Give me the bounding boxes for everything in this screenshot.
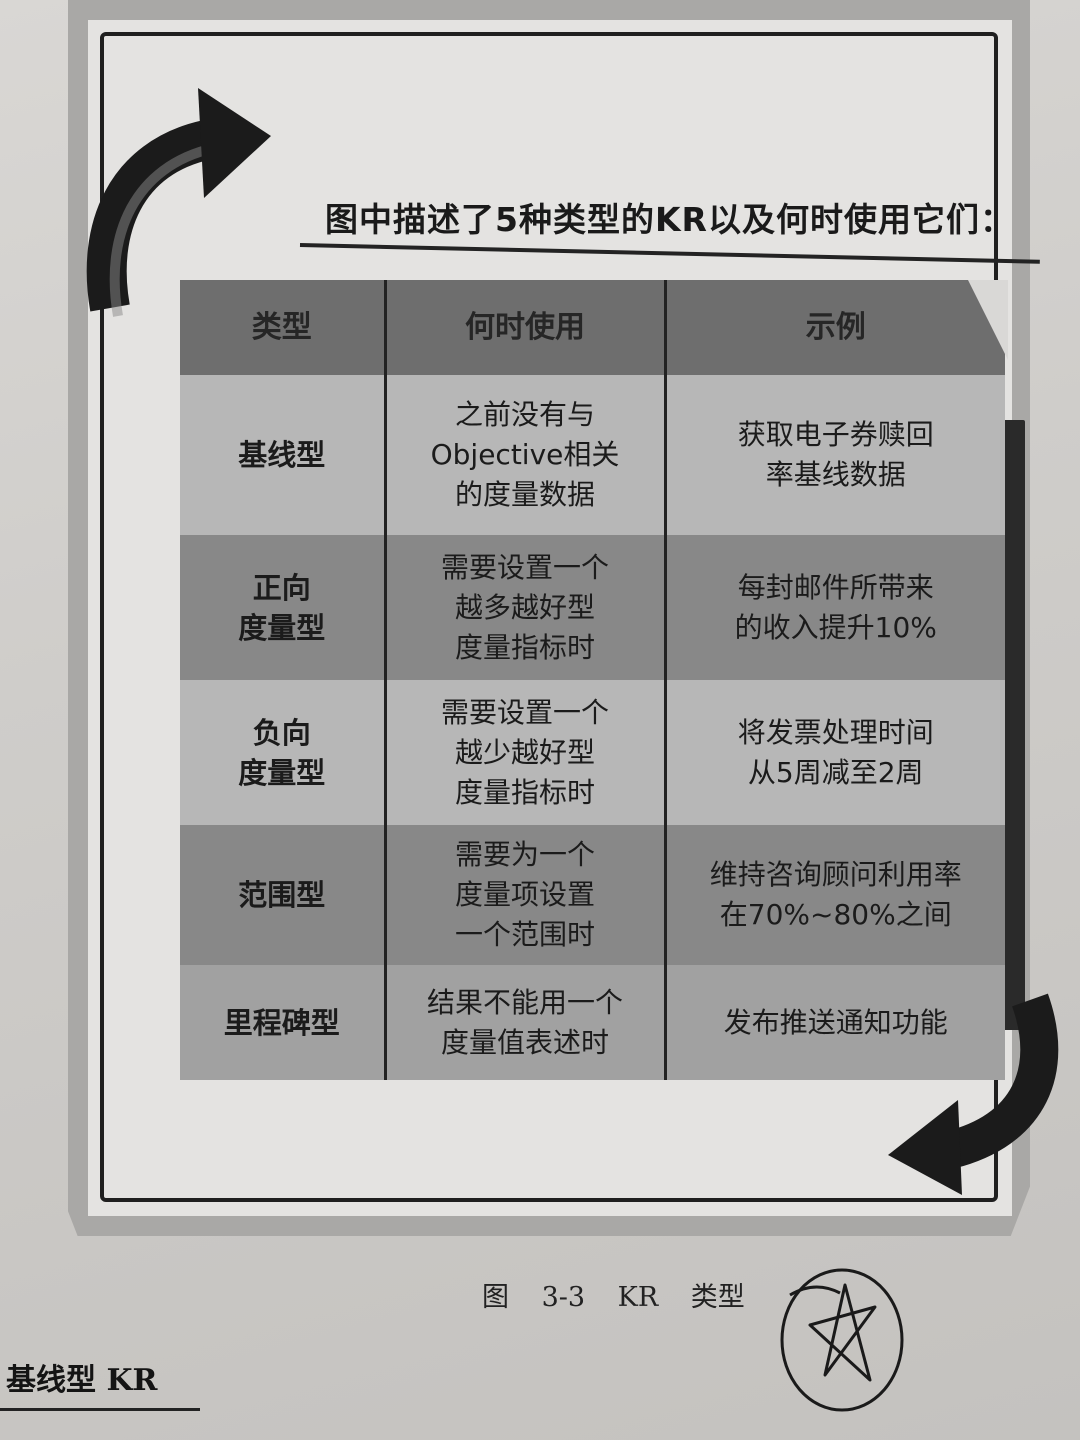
section-title-underline [0, 1408, 200, 1411]
when-text: 的度量数据 [454, 478, 595, 511]
table-row: 范围型 需要为一个 度量项设置 一个范围时 维持咨询顾问利用率 在70%~80%… [180, 825, 1005, 965]
table-right-edge [1003, 420, 1025, 1030]
when-text: 需要设置一个 [440, 695, 609, 729]
figure-caption: 图 3-3 KR 类型 [482, 1282, 745, 1313]
curved-arrow-left-icon [888, 993, 1059, 1195]
figure-heading: 图中描述了5种类型的KR以及何时使用它们： [325, 200, 1014, 239]
hand-drawn-star-circle-icon [780, 1268, 904, 1412]
when-text: 度量值表述时 [440, 1025, 609, 1059]
when-cell: 需要为一个 度量项设置 一个范围时 [383, 825, 665, 965]
type-cell: 负向 度量型 [180, 680, 385, 825]
when-cell: 结果不能用一个 度量值表述时 [383, 965, 665, 1080]
type-cell: 范围型 [180, 825, 385, 965]
when-text: 越少越好型 [454, 735, 595, 769]
when-text: 度量指标时 [454, 775, 595, 809]
header-example: 示例 [663, 280, 1005, 375]
type-text: 度量型 [238, 610, 326, 645]
example-cell: 每封邮件所带来 的收入提升10% [663, 535, 1005, 680]
type-text: 正向 [252, 570, 311, 605]
example-cell: 将发票处理时间 从5周减至2周 [663, 680, 1005, 825]
when-cell: 之前没有与 Objective相关 的度量数据 [383, 375, 665, 535]
type-text: 里程碑型 [223, 1005, 340, 1040]
kr-types-table: 类型 何时使用 示例 基线型 之前没有与 Objective相关 的度量数据 获… [180, 280, 1005, 1080]
when-text: Objective相关 [430, 438, 620, 471]
header-type: 类型 [180, 280, 385, 375]
example-text: 每封邮件所带来 [737, 570, 934, 604]
example-cell: 维持咨询顾问利用率 在70%~80%之间 [663, 825, 1005, 965]
type-text: 基线型 [238, 438, 326, 472]
when-text: 需要设置一个 [440, 550, 609, 584]
when-text: 越多越好型 [454, 590, 595, 624]
when-text: 度量项设置 [454, 878, 595, 911]
example-text: 获取电子券赎回 [737, 418, 934, 451]
type-cell: 里程碑型 [180, 965, 385, 1080]
example-text: 的收入提升10% [734, 610, 937, 644]
example-cell: 获取电子券赎回 率基线数据 [663, 375, 1005, 535]
example-text: 在70%~80%之间 [719, 898, 952, 931]
when-text: 一个范围时 [454, 918, 595, 951]
header-when: 何时使用 [383, 280, 665, 375]
example-text: 从5周减至2周 [747, 755, 924, 789]
when-text: 之前没有与 [454, 398, 595, 431]
when-text: 需要为一个 [454, 838, 595, 871]
table-row: 基线型 之前没有与 Objective相关 的度量数据 获取电子券赎回 率基线数… [180, 375, 1005, 535]
section-title: 基线型 KR [6, 1363, 158, 1398]
table-header-row: 类型 何时使用 示例 [180, 280, 1005, 375]
when-text: 度量指标时 [454, 630, 595, 664]
table-row: 正向 度量型 需要设置一个 越多越好型 度量指标时 每封邮件所带来 的收入提升1… [180, 535, 1005, 680]
type-cell: 基线型 [180, 375, 385, 535]
when-cell: 需要设置一个 越多越好型 度量指标时 [383, 535, 665, 680]
when-text: 结果不能用一个 [426, 985, 623, 1019]
type-cell: 正向 度量型 [180, 535, 385, 680]
example-text: 将发票处理时间 [737, 715, 934, 749]
when-cell: 需要设置一个 越少越好型 度量指标时 [383, 680, 665, 825]
type-text: 负向 [252, 715, 311, 750]
example-text: 率基线数据 [765, 458, 906, 491]
example-text: 维持咨询顾问利用率 [709, 858, 962, 891]
table-row: 负向 度量型 需要设置一个 越少越好型 度量指标时 将发票处理时间 从5周减至2… [180, 680, 1005, 825]
type-text: 范围型 [238, 878, 326, 912]
type-text: 度量型 [238, 755, 326, 790]
